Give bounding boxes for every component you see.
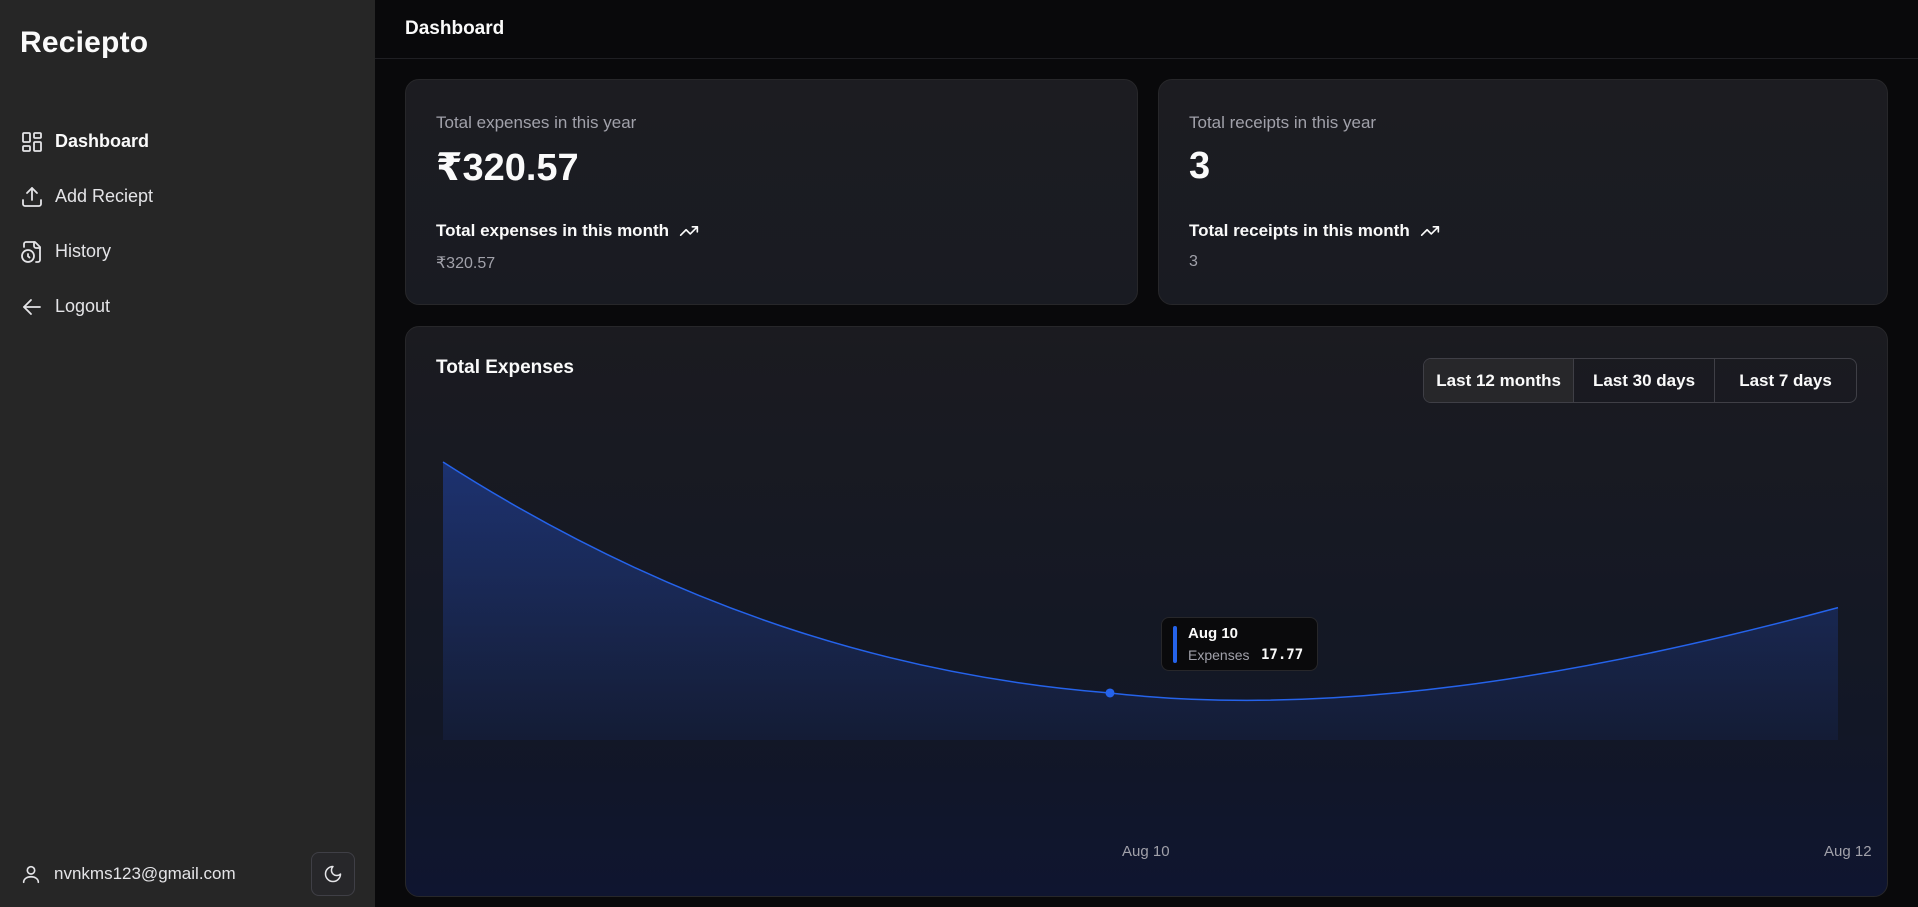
- stat-value: ₹320.57: [436, 147, 579, 189]
- area-chart[interactable]: [406, 327, 1889, 898]
- sidebar-item-label: Dashboard: [55, 131, 150, 151]
- theme-toggle-button[interactable]: [311, 852, 355, 896]
- upload-icon: [20, 185, 44, 209]
- main-content: Dashboard Total expenses in this year ₹3…: [375, 0, 1918, 907]
- expenses-chart-card: Total Expenses Last 12 months Last 30 da…: [405, 326, 1888, 897]
- user-email: nvnkms123@gmail.com: [54, 864, 236, 883]
- sidebar-item-history[interactable]: History: [20, 224, 355, 279]
- tooltip-color-indicator: [1173, 626, 1177, 663]
- user-icon: [20, 863, 42, 885]
- x-axis-tick: Aug 10: [1122, 843, 1170, 860]
- sidebar-item-add-reciept[interactable]: Add Reciept: [20, 169, 355, 224]
- sidebar-item-label: Add Reciept: [55, 186, 154, 206]
- trending-up-icon: [679, 221, 699, 241]
- stat-sub-label-wrap: Total receipts in this month: [1189, 221, 1440, 241]
- chart-area-fill: [443, 462, 1838, 740]
- dashboard-icon: [20, 130, 44, 154]
- sidebar-item-logout[interactable]: Logout: [20, 279, 355, 334]
- sidebar-item-label: Logout: [55, 296, 111, 316]
- stat-sub-label: Total expenses in this month: [436, 221, 669, 240]
- stat-sub-label-wrap: Total expenses in this month: [436, 221, 699, 241]
- tooltip-label: Expenses: [1188, 647, 1250, 663]
- stat-sub-value: 3: [1189, 253, 1198, 270]
- moon-icon: [323, 864, 343, 884]
- trending-up-icon: [1420, 221, 1440, 241]
- expenses-stat-card: Total expenses in this year ₹320.57 Tota…: [405, 79, 1138, 305]
- sidebar-item-label: History: [55, 241, 112, 261]
- chart-tooltip: Aug 10 Expenses 17.77: [1161, 617, 1318, 671]
- sidebar-nav: Dashboard Add Reciept History Logout: [20, 114, 355, 334]
- stat-label: Total expenses in this year: [436, 113, 637, 132]
- chart-data-point[interactable]: [1105, 688, 1115, 698]
- stat-label: Total receipts in this year: [1189, 113, 1377, 132]
- app-logo: Reciepto: [20, 26, 149, 59]
- stat-sub-value: ₹320.57: [436, 255, 496, 272]
- x-axis-tick: Aug 12: [1824, 843, 1872, 860]
- arrow-left-icon: [20, 295, 44, 319]
- sidebar: Reciepto Dashboard Add Reciept History L…: [0, 0, 375, 907]
- stat-value: 3: [1189, 145, 1211, 187]
- file-clock-icon: [20, 240, 44, 264]
- user-account: nvnkms123@gmail.com: [20, 852, 355, 896]
- sidebar-item-dashboard[interactable]: Dashboard: [20, 114, 355, 169]
- receipts-stat-card: Total receipts in this year 3 Total rece…: [1158, 79, 1888, 305]
- top-bar: Dashboard: [375, 0, 1918, 59]
- tooltip-value: 17.77: [1261, 647, 1304, 663]
- page-title: Dashboard: [405, 18, 505, 39]
- stat-sub-label: Total receipts in this month: [1189, 221, 1410, 240]
- tooltip-date: Aug 10: [1188, 625, 1239, 642]
